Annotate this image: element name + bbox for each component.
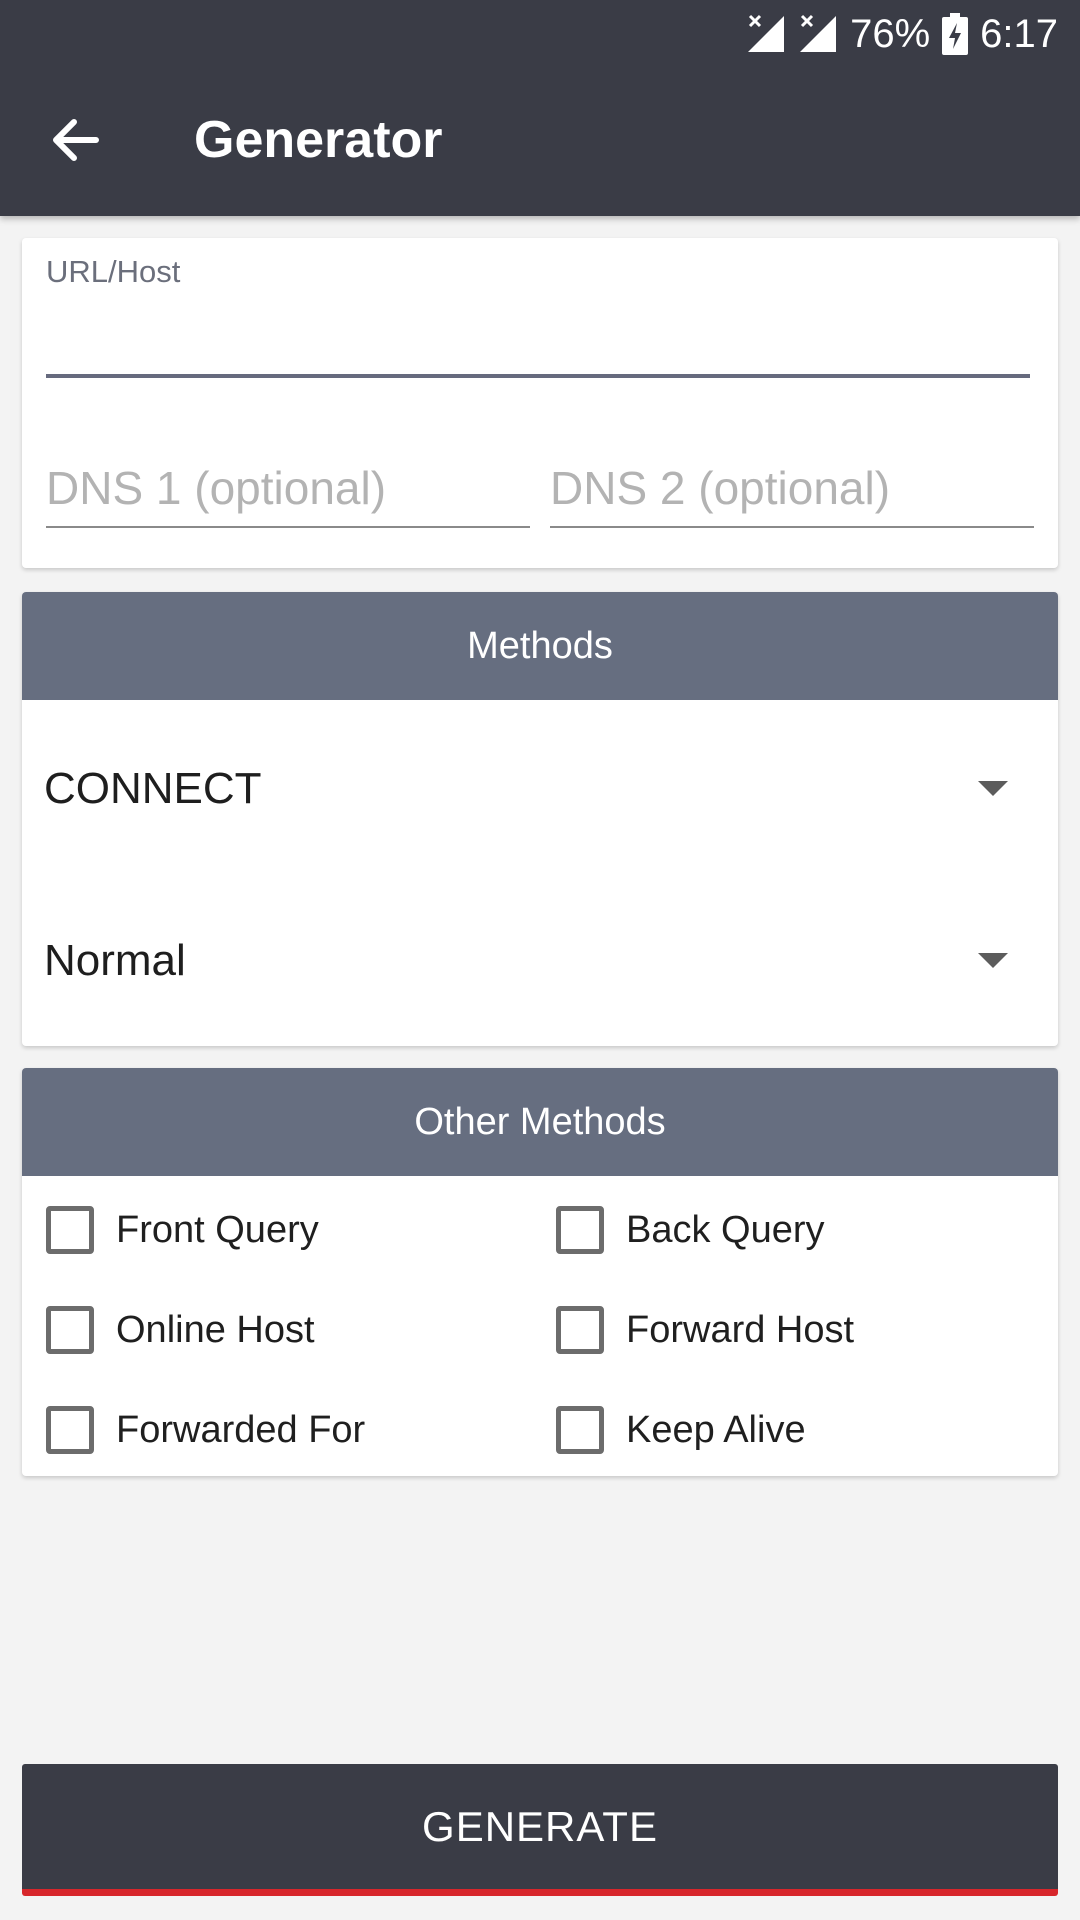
checkbox-icon (46, 1306, 94, 1354)
checkbox-label: Forwarded For (116, 1408, 366, 1451)
method-dropdown[interactable]: CONNECT (22, 734, 1058, 844)
checkbox-label: Back Query (626, 1208, 825, 1251)
back-query-checkbox[interactable]: Back Query (556, 1190, 825, 1270)
method-selected-value: CONNECT (44, 764, 262, 813)
url-host-label: URL/Host (46, 254, 181, 289)
online-host-checkbox[interactable]: Online Host (46, 1290, 315, 1370)
battery-charging-icon (942, 13, 969, 55)
signal-no-service-icon (800, 14, 837, 52)
battery-percent: 76% (850, 11, 931, 56)
keep-alive-checkbox[interactable]: Keep Alive (556, 1390, 806, 1470)
other-methods-card: Other Methods Front Query Back Query Onl… (22, 1068, 1058, 1476)
checkbox-icon (46, 1206, 94, 1254)
generate-button[interactable]: GENERATE (22, 1764, 1058, 1896)
checkbox-icon (556, 1206, 604, 1254)
clock: 6:17 (980, 11, 1058, 56)
forwarded-for-checkbox[interactable]: Forwarded For (46, 1390, 365, 1470)
app-bar: 76% 6:17 Generator (0, 0, 1080, 216)
checkbox-label: Forward Host (626, 1308, 855, 1351)
dropdown-arrow-icon (978, 953, 1008, 968)
mode-selected-value: Normal (44, 936, 186, 985)
host-inputs-card: URL/Host (22, 238, 1058, 568)
checkbox-label: Online Host (116, 1308, 315, 1351)
other-methods-header: Other Methods (22, 1068, 1058, 1176)
back-arrow-icon[interactable] (48, 112, 104, 168)
checkbox-label: Keep Alive (626, 1408, 806, 1451)
dns2-input[interactable] (550, 450, 1034, 528)
dropdown-arrow-icon (978, 781, 1008, 796)
checkbox-icon (556, 1406, 604, 1454)
signal-no-service-icon (748, 14, 785, 52)
checkbox-icon (556, 1306, 604, 1354)
page-title: Generator (194, 111, 443, 169)
front-query-checkbox[interactable]: Front Query (46, 1190, 319, 1270)
status-bar: 76% 6:17 (746, 6, 1058, 62)
checkbox-icon (46, 1406, 94, 1454)
checkbox-label: Front Query (116, 1208, 319, 1251)
methods-header: Methods (22, 592, 1058, 700)
dns1-input[interactable] (46, 450, 530, 528)
forward-host-checkbox[interactable]: Forward Host (556, 1290, 854, 1370)
url-host-input[interactable] (46, 298, 1030, 378)
mode-dropdown[interactable]: Normal (22, 906, 1058, 1016)
